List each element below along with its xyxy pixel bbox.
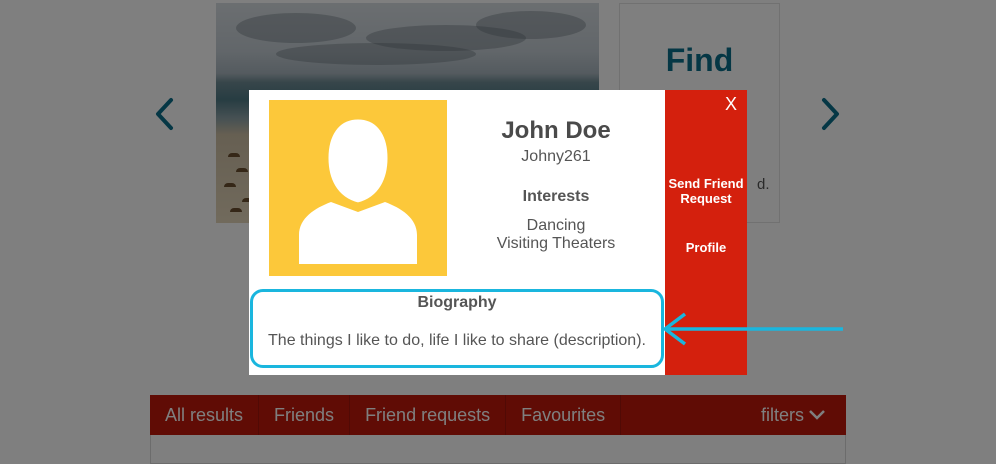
biography-section: Biography The things I like to do, life … [250, 289, 664, 368]
user-name: John Doe [501, 117, 611, 144]
biography-heading: Biography [417, 294, 497, 311]
profile-link[interactable]: Profile [665, 240, 747, 255]
profile-info: John Doe Johny261 Interests Dancing Visi… [461, 90, 651, 253]
interest-item: Visiting Theaters [496, 235, 616, 252]
avatar [269, 100, 447, 276]
user-handle: Johny261 [521, 148, 591, 165]
send-friend-request-button[interactable]: Send Friend Request [665, 176, 747, 206]
interest-item: Dancing [526, 217, 586, 234]
close-button[interactable]: X [725, 94, 737, 115]
interests-heading: Interests [522, 188, 590, 205]
arrow-left-icon [663, 312, 843, 346]
user-silhouette-icon [299, 116, 417, 264]
biography-text: The things I like to do, life I like to … [268, 332, 646, 349]
